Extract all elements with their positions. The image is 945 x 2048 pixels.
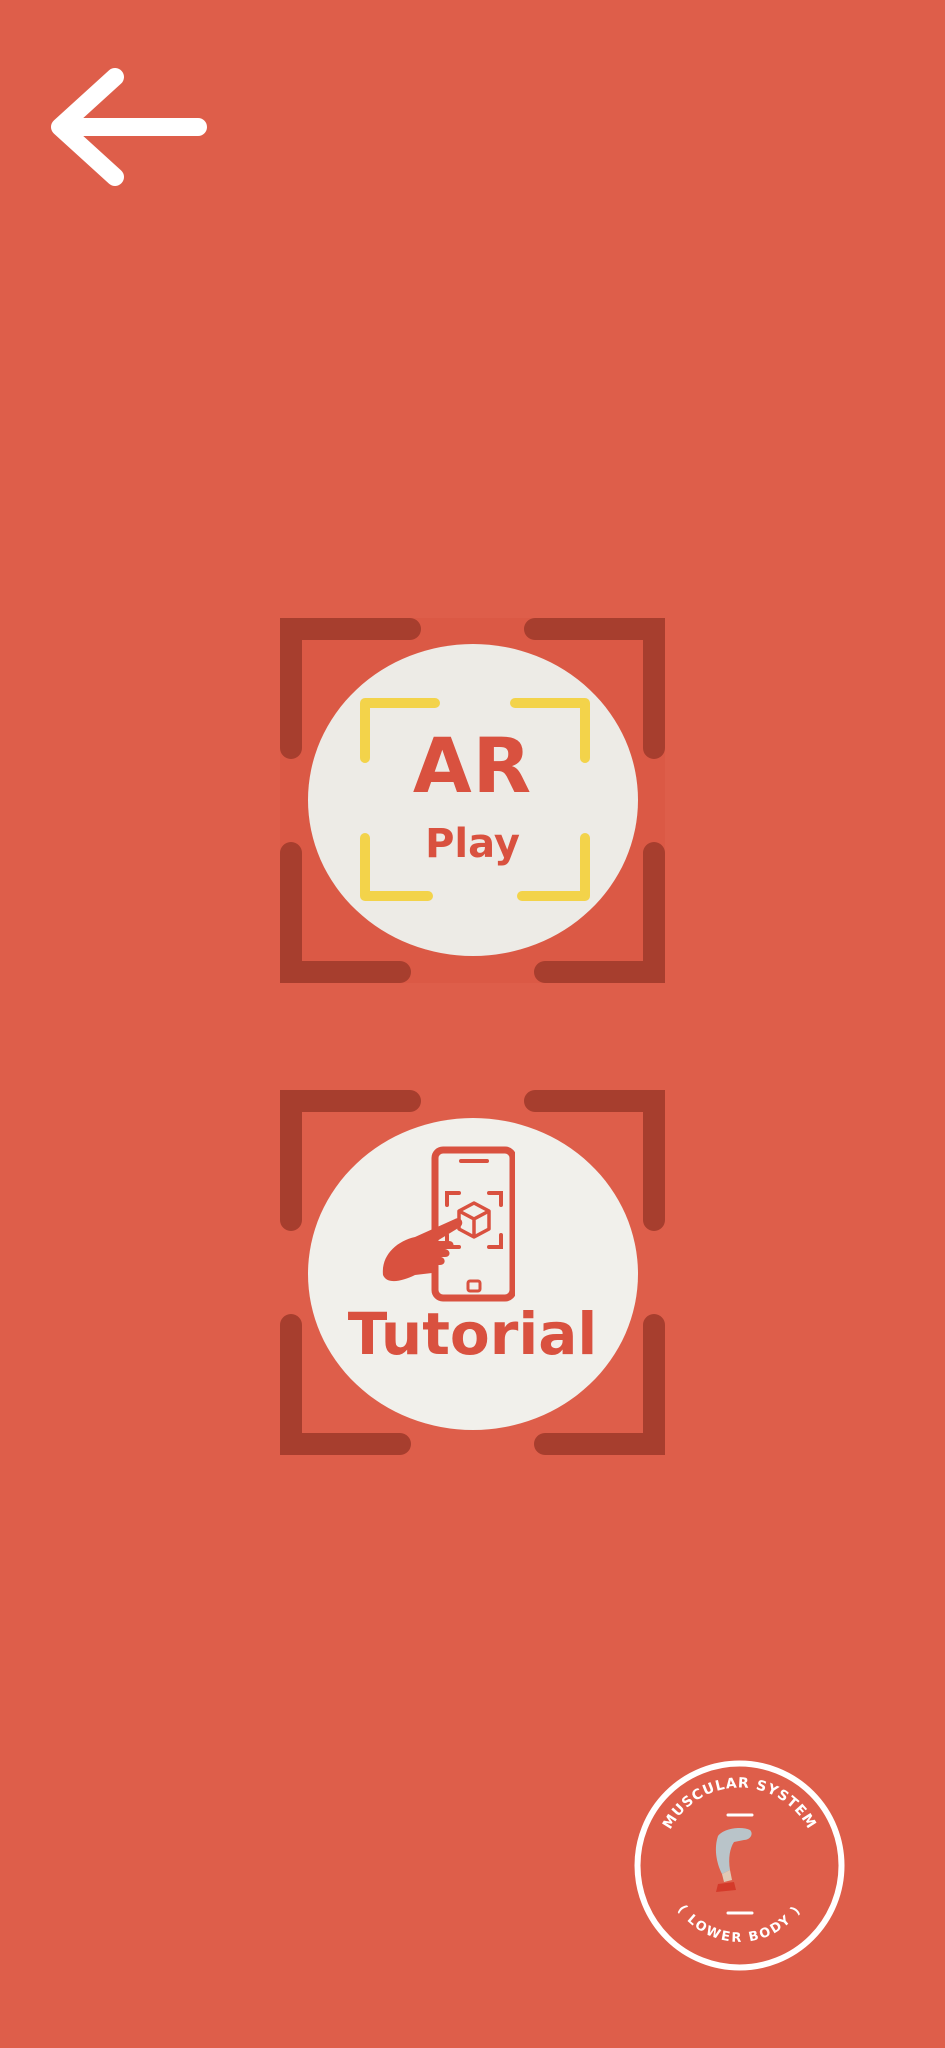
svg-text:MUSCULAR SYSTEM: MUSCULAR SYSTEM	[660, 1775, 819, 1832]
ar-subtitle: Play	[425, 821, 520, 867]
arrow-left-icon	[51, 68, 207, 186]
svg-text:( LOWER BODY ): ( LOWER BODY )	[674, 1902, 805, 1946]
badge-top-text: MUSCULAR SYSTEM	[660, 1775, 818, 1832]
muscular-system-badge: MUSCULAR SYSTEM ( LOWER BODY )	[632, 1758, 847, 1973]
tutorial-label: Tutorial	[347, 1300, 598, 1368]
leg-icon	[715, 1828, 752, 1892]
tutorial-button[interactable]: Tutorial	[280, 1090, 665, 1455]
ar-play-button[interactable]: AR Play	[280, 618, 665, 983]
badge-bottom-text: ( LOWER BODY )	[674, 1902, 803, 1946]
back-button[interactable]	[40, 55, 220, 205]
ar-title: AR	[412, 721, 533, 810]
badge-emblem: MUSCULAR SYSTEM ( LOWER BODY )	[634, 1760, 845, 1971]
